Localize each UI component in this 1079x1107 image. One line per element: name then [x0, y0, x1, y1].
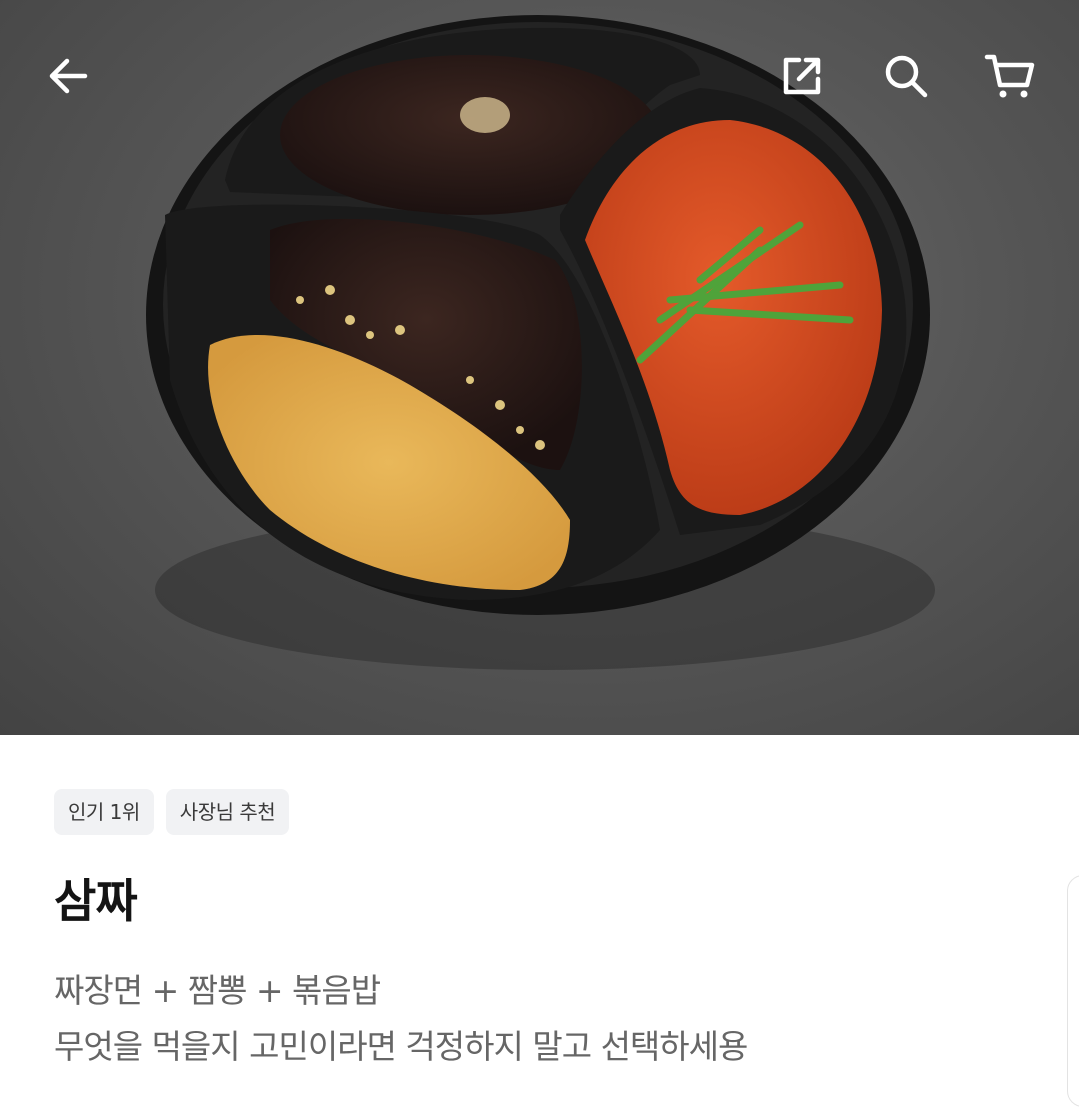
product-description: 짜장면 + 짬뽕 + 볶음밥 무엇을 먹을지 고민이라면 걱정하지 말고 선택하…: [54, 963, 748, 1075]
tag-owner-pick: 사장님 추천: [165, 789, 290, 835]
share-button[interactable]: [770, 44, 834, 108]
arrow-left-icon: [49, 58, 88, 94]
description-line: 짜장면 + 짬뽕 + 볶음밥: [54, 971, 381, 1010]
search-icon: [885, 55, 928, 98]
food-tray-photo: [146, 15, 935, 670]
share-icon: [783, 57, 821, 95]
search-button[interactable]: [874, 44, 938, 108]
cart-icon: [984, 54, 1035, 98]
tag-list: 인기 1위 사장님 추천: [54, 789, 290, 835]
description-line: 무엇을 먹을지 고민이라면 걱정하지 말고 선택하세용: [54, 1027, 748, 1066]
product-info-section: 인기 1위 사장님 추천 삼짜 짜장면 + 짬뽕 + 볶음밥 무엇을 먹을지 고…: [0, 735, 1079, 1107]
product-name: 삼짜: [54, 874, 138, 928]
product-hero-image: [0, 0, 1079, 735]
tag-popular: 인기 1위: [54, 789, 154, 835]
side-card-edge: [1067, 875, 1079, 1107]
back-button[interactable]: [36, 44, 100, 108]
cart-button[interactable]: [978, 44, 1042, 108]
